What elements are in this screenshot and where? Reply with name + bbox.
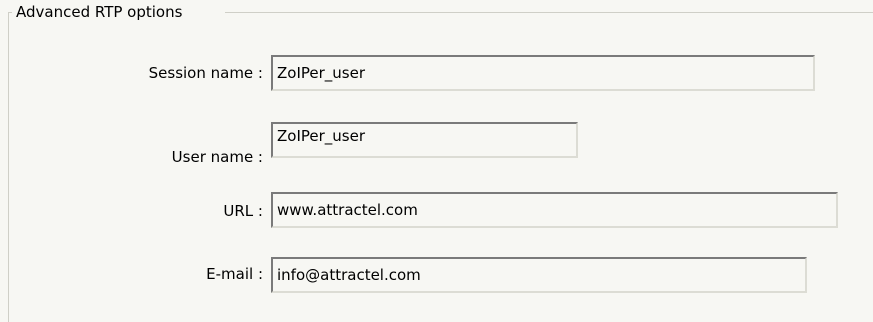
url-label: URL : (223, 202, 263, 220)
group-frame-left (8, 12, 9, 322)
user-name-input[interactable]: ZoIPer_user (271, 122, 578, 158)
advanced-rtp-options-panel: Advanced RTP options Session name : ZoIP… (0, 0, 873, 322)
group-frame-top-right (225, 12, 873, 13)
session-name-input[interactable]: ZoIPer_user (271, 55, 815, 91)
user-name-label: User name : (171, 148, 263, 166)
email-input[interactable]: info@attractel.com (271, 257, 807, 293)
email-label: E-mail : (206, 265, 263, 283)
group-title: Advanced RTP options (14, 2, 185, 22)
session-name-label: Session name : (148, 64, 263, 82)
url-input[interactable]: www.attractel.com (271, 192, 838, 228)
